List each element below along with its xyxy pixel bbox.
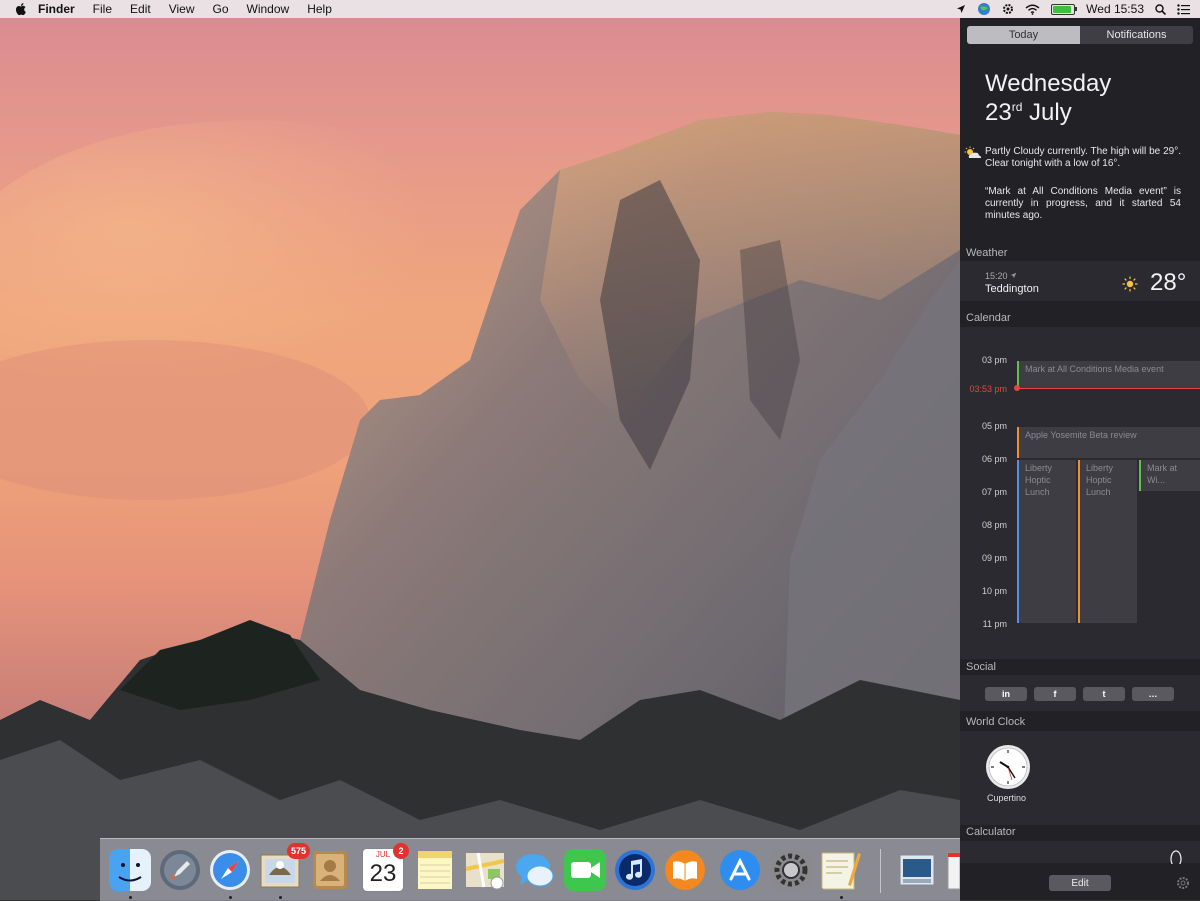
weather-temperature: 28° [1150, 269, 1187, 296]
itunes-icon[interactable] [614, 849, 656, 891]
analog-clock-icon[interactable] [985, 744, 1031, 790]
dock: 575 JUL 23 2 [100, 838, 960, 901]
running-indicator [840, 896, 843, 899]
cal-hour-label: 09 pm [981, 553, 1007, 563]
today-date: 23rd July [985, 99, 1072, 126]
menu-window[interactable]: Window [247, 2, 290, 16]
notification-center-panel: Today Notifications Wednesday 23rd July … [960, 18, 1200, 900]
calculator-zero-glyph-icon [1170, 850, 1182, 864]
dock-separator [880, 849, 881, 893]
calendar-event[interactable]: Liberty Hoptic Lunch [1017, 460, 1076, 623]
notification-center-icon[interactable] [1177, 3, 1190, 15]
weather-widget-title: Weather [966, 247, 1008, 259]
running-indicator [129, 896, 132, 899]
cal-hour-label: 05 pm [981, 421, 1007, 431]
app-store-icon[interactable] [719, 849, 761, 891]
messages-share-button[interactable]: … [1132, 687, 1174, 701]
wifi-icon[interactable] [1025, 4, 1040, 15]
downloads-stack-icon[interactable] [946, 849, 960, 891]
today-weather-summary: Partly Cloudy currently. The high will b… [985, 146, 1181, 169]
calendar-event[interactable]: Apple Yosemite Beta review [1017, 427, 1200, 458]
facetime-icon[interactable] [564, 849, 606, 891]
linkedin-share-button[interactable]: in [985, 687, 1027, 701]
nc-tab-switcher: Today Notifications [967, 26, 1193, 44]
linkedin-icon: in [1002, 689, 1010, 699]
running-indicator [279, 896, 282, 899]
today-event-summary: “Mark at All Conditions Media event” is … [985, 186, 1181, 221]
world-clock-widget-title: World Clock [966, 716, 1026, 728]
finder-icon[interactable] [109, 849, 151, 891]
ibooks-icon[interactable] [664, 849, 706, 891]
cal-hour-label: 11 pm [982, 619, 1007, 629]
menu-go[interactable]: Go [213, 2, 229, 16]
twitter-icon: t [1102, 689, 1106, 699]
calculator-widget-title: Calculator [966, 826, 1016, 838]
message-bubble-icon: … [1148, 689, 1158, 699]
calendar-event[interactable]: Mark at Wi... [1139, 460, 1200, 491]
calendar-now-marker [1014, 385, 1020, 391]
calendar-widget-title: Calendar [966, 312, 1011, 324]
menu-clock[interactable]: Wed 15:53 [1086, 2, 1144, 16]
tab-notifications[interactable]: Notifications [1080, 26, 1193, 44]
document-stack-icon[interactable] [896, 849, 938, 891]
notes-icon[interactable] [414, 849, 456, 891]
nc-edit-button[interactable]: Edit [1049, 875, 1111, 891]
mail-unread-badge: 575 [287, 843, 311, 859]
facebook-share-button[interactable]: f [1034, 687, 1076, 701]
partly-cloudy-icon [964, 146, 982, 158]
world-clock-city: Cupertino [987, 793, 1027, 803]
sunny-icon [1122, 276, 1138, 292]
messages-icon[interactable] [514, 849, 556, 891]
cal-hour-label: 08 pm [981, 520, 1007, 530]
running-indicator [229, 896, 232, 899]
menu-help[interactable]: Help [307, 2, 332, 16]
weather-city: Teddington [985, 283, 1039, 295]
gear-icon[interactable] [1176, 876, 1190, 890]
calendar-badge: 2 [393, 843, 409, 859]
weather-time: 15:20 [985, 271, 1017, 281]
menu-file[interactable]: File [93, 2, 112, 16]
social-widget-title: Social [966, 661, 996, 673]
cal-hour-label: 10 pm [981, 586, 1007, 596]
maps-icon[interactable] [464, 849, 506, 891]
cal-now-label: 03:53 pm [969, 384, 1007, 394]
cal-hour-label: 06 pm [981, 454, 1007, 464]
calculator-widget[interactable] [960, 841, 1200, 863]
facebook-icon: f [1053, 689, 1057, 699]
cal-hour-label: 03 pm [981, 355, 1007, 365]
apple-menu-icon[interactable] [14, 2, 28, 16]
cal-hour-label: 07 pm [981, 487, 1007, 497]
menu-view[interactable]: View [169, 2, 195, 16]
system-preferences-icon[interactable] [770, 849, 812, 891]
globe-status-icon[interactable] [977, 2, 991, 16]
calendar-event[interactable]: Liberty Hoptic Lunch [1078, 460, 1137, 623]
tab-today[interactable]: Today [967, 26, 1080, 44]
launchpad-icon[interactable] [159, 849, 201, 891]
gear-status-icon[interactable] [1002, 3, 1014, 15]
contacts-icon[interactable] [309, 849, 351, 891]
calendar-event[interactable]: Mark at All Conditions Media event [1017, 361, 1200, 388]
spotlight-search-icon[interactable] [1155, 3, 1166, 15]
location-arrow-icon[interactable] [956, 4, 966, 14]
today-weekday: Wednesday [985, 70, 1112, 97]
calendar-app-day: 23 [369, 860, 397, 887]
location-arrow-small-icon [1010, 272, 1017, 279]
calendar-now-line [1017, 388, 1200, 389]
battery-icon[interactable] [1051, 3, 1078, 15]
twitter-share-button[interactable]: t [1083, 687, 1125, 701]
menu-app-finder[interactable]: Finder [38, 2, 75, 16]
menu-bar: Finder File Edit View Go Window Help Wed… [0, 0, 1200, 18]
safari-icon[interactable] [209, 849, 251, 891]
menu-edit[interactable]: Edit [130, 2, 151, 16]
pages-icon[interactable] [820, 849, 862, 891]
